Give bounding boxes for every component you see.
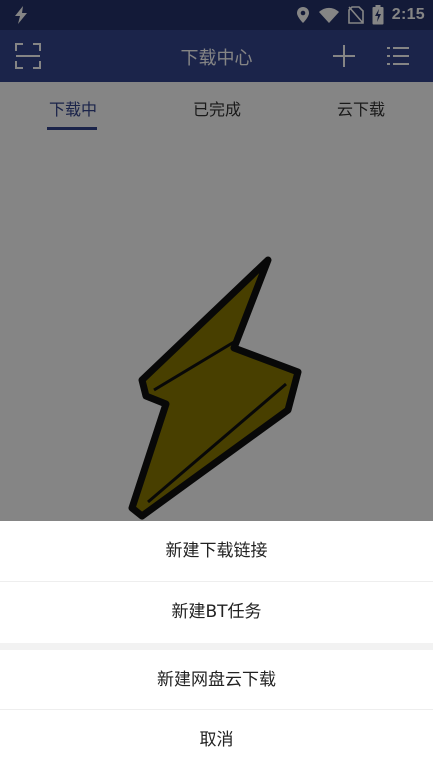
cancel-button[interactable]: 取消 <box>0 710 433 771</box>
screen: 2:15 下载中心 下载中 已完成 云下载 新建下载链接 新建BT任务 新建网盘… <box>0 0 433 771</box>
new-bt-task-button[interactable]: 新建BT任务 <box>0 582 433 643</box>
action-sheet: 新建下载链接 新建BT任务 新建网盘云下载 取消 <box>0 521 433 771</box>
sheet-divider <box>0 643 433 650</box>
new-download-link-button[interactable]: 新建下载链接 <box>0 521 433 582</box>
new-cloud-download-button[interactable]: 新建网盘云下载 <box>0 650 433 710</box>
